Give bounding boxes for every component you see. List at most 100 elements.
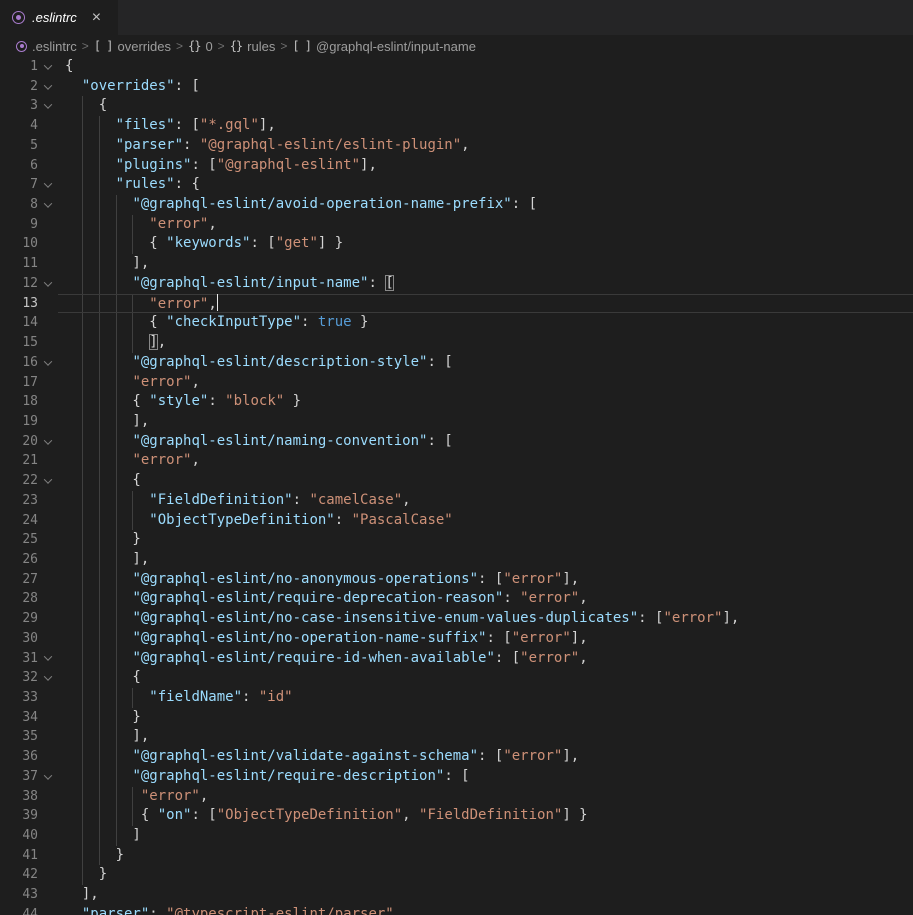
fold-chevron-icon[interactable] [38,353,58,373]
code-line[interactable]: 12 "@graphql-eslint/input-name": [ [0,274,913,294]
code-text[interactable]: "@graphql-eslint/require-deprecation-rea… [58,589,913,609]
code-line[interactable]: 13 "error", [0,294,913,314]
code-line[interactable]: 19 ], [0,412,913,432]
line-number[interactable]: 18 [0,392,38,412]
code-line[interactable]: 3 { [0,96,913,116]
code-text[interactable]: "fieldName": "id" [58,688,913,708]
code-line[interactable]: 2 "overrides": [ [0,77,913,97]
code-text[interactable]: "@graphql-eslint/input-name": [ [58,274,913,294]
line-number[interactable]: 19 [0,412,38,432]
line-number[interactable]: 5 [0,136,38,156]
line-number[interactable]: 25 [0,530,38,550]
line-number[interactable]: 10 [0,234,38,254]
code-line[interactable]: 4 "files": ["*.gql"], [0,116,913,136]
line-number[interactable]: 37 [0,767,38,787]
code-line[interactable]: 31 "@graphql-eslint/require-id-when-avai… [0,649,913,669]
line-number[interactable]: 1 [0,57,38,77]
code-text[interactable]: "FieldDefinition": "camelCase", [58,491,913,511]
code-text[interactable]: "rules": { [58,175,913,195]
breadcrumb-item[interactable]: .eslintrc [16,39,77,54]
code-line[interactable]: 40 ] [0,826,913,846]
fold-chevron-icon[interactable] [38,432,58,452]
code-text[interactable]: "error", [58,787,913,807]
fold-chevron-icon[interactable] [38,471,58,491]
code-text[interactable]: "files": ["*.gql"], [58,116,913,136]
code-line[interactable]: 44 "parser": "@typescript-eslint/parser" [0,905,913,915]
code-line[interactable]: 21 "error", [0,451,913,471]
line-number[interactable]: 32 [0,668,38,688]
code-line[interactable]: 42 } [0,865,913,885]
code-text[interactable]: "error", [58,373,913,393]
code-line[interactable]: 25 } [0,530,913,550]
code-text[interactable]: "@graphql-eslint/description-style": [ [58,353,913,373]
code-text[interactable]: "@graphql-eslint/no-operation-name-suffi… [58,629,913,649]
line-number[interactable]: 24 [0,511,38,531]
breadcrumb-item[interactable]: [ ]overrides [94,39,171,54]
breadcrumb-item[interactable]: [ ]@graphql-eslint/input-name [292,39,476,54]
fold-chevron-icon[interactable] [38,77,58,97]
code-line[interactable]: 33 "fieldName": "id" [0,688,913,708]
line-number[interactable]: 33 [0,688,38,708]
code-line[interactable]: 16 "@graphql-eslint/description-style": … [0,353,913,373]
code-text[interactable]: "@graphql-eslint/no-anonymous-operations… [58,570,913,590]
fold-chevron-icon[interactable] [38,767,58,787]
line-number[interactable]: 44 [0,905,38,915]
breadcrumb-item[interactable]: {}rules [230,39,276,54]
code-text[interactable]: "@graphql-eslint/avoid-operation-name-pr… [58,195,913,215]
code-line[interactable]: 26 ], [0,550,913,570]
line-number[interactable]: 13 [0,294,38,314]
code-text[interactable]: { [58,57,913,77]
code-text[interactable]: ], [58,550,913,570]
code-line[interactable]: 17 "error", [0,373,913,393]
code-text[interactable]: } [58,708,913,728]
line-number[interactable]: 17 [0,373,38,393]
code-text[interactable]: "error", [58,215,913,235]
line-number[interactable]: 29 [0,609,38,629]
line-number[interactable]: 6 [0,156,38,176]
line-number[interactable]: 15 [0,333,38,353]
line-number[interactable]: 20 [0,432,38,452]
code-line[interactable]: 1{ [0,57,913,77]
code-line[interactable]: 10 { "keywords": ["get"] } [0,234,913,254]
code-text[interactable]: } [58,865,913,885]
close-icon[interactable]: × [92,10,101,26]
line-number[interactable]: 8 [0,195,38,215]
line-number[interactable]: 43 [0,885,38,905]
code-text[interactable]: "ObjectTypeDefinition": "PascalCase" [58,511,913,531]
fold-chevron-icon[interactable] [38,96,58,116]
code-text[interactable]: ], [58,727,913,747]
line-number[interactable]: 28 [0,589,38,609]
code-text[interactable]: "@graphql-eslint/require-description": [ [58,767,913,787]
code-line[interactable]: 14 { "checkInputType": true } [0,313,913,333]
code-line[interactable]: 5 "parser": "@graphql-eslint/eslint-plug… [0,136,913,156]
line-number[interactable]: 11 [0,254,38,274]
breadcrumb-item[interactable]: {}0 [188,39,213,54]
code-text[interactable]: ], [58,412,913,432]
code-text[interactable]: "parser": "@typescript-eslint/parser" [58,905,913,915]
code-text[interactable]: "parser": "@graphql-eslint/eslint-plugin… [58,136,913,156]
line-number[interactable]: 12 [0,274,38,294]
code-text[interactable]: "error", [58,294,913,314]
code-line[interactable]: 24 "ObjectTypeDefinition": "PascalCase" [0,511,913,531]
line-number[interactable]: 4 [0,116,38,136]
line-number[interactable]: 38 [0,787,38,807]
code-editor[interactable]: 1{2 "overrides": [3 {4 "files": ["*.gql"… [0,57,913,915]
code-text[interactable]: "@graphql-eslint/require-id-when-availab… [58,649,913,669]
code-line[interactable]: 43 ], [0,885,913,905]
code-text[interactable]: { [58,668,913,688]
line-number[interactable]: 35 [0,727,38,747]
line-number[interactable]: 41 [0,846,38,866]
tab-eslintrc[interactable]: .eslintrc × [0,0,118,35]
line-number[interactable]: 36 [0,747,38,767]
code-text[interactable]: { [58,96,913,116]
code-line[interactable]: 27 "@graphql-eslint/no-anonymous-operati… [0,570,913,590]
line-number[interactable]: 7 [0,175,38,195]
code-line[interactable]: 15 ], [0,333,913,353]
line-number[interactable]: 42 [0,865,38,885]
code-line[interactable]: 38 "error", [0,787,913,807]
line-number[interactable]: 14 [0,313,38,333]
code-text[interactable]: "plugins": ["@graphql-eslint"], [58,156,913,176]
code-text[interactable]: "@graphql-eslint/validate-against-schema… [58,747,913,767]
code-text[interactable]: "error", [58,451,913,471]
code-text[interactable]: ] [58,826,913,846]
